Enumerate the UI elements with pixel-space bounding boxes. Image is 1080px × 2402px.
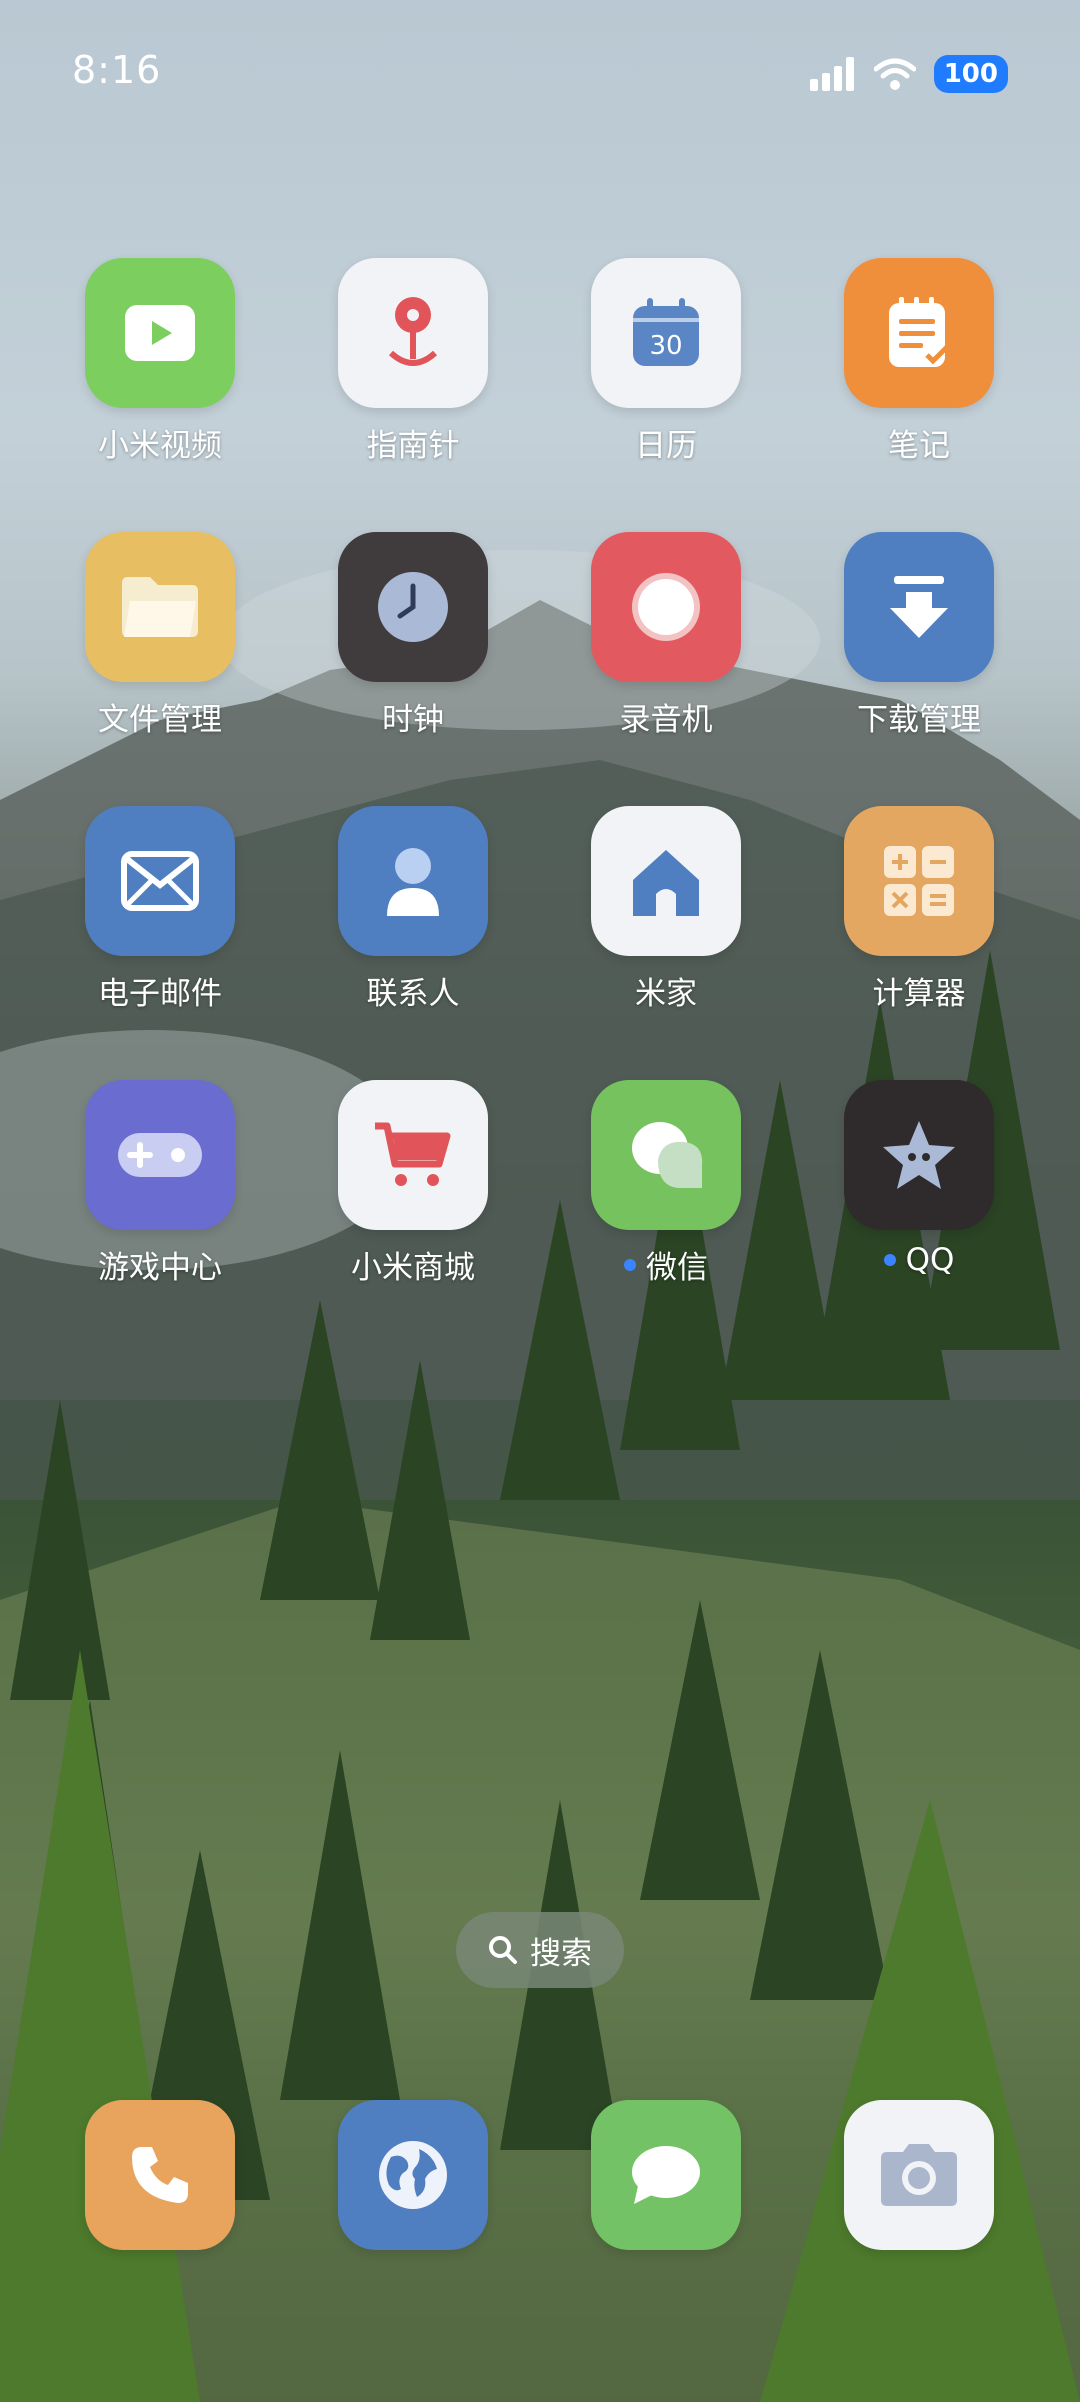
app-wechat[interactable]: 微信 [556,1080,776,1287]
calendar-day: 30 [649,331,682,361]
dock-phone[interactable] [50,2100,270,2250]
app-label: 时钟 [382,702,444,738]
mail-icon[interactable] [85,806,235,956]
camera-icon[interactable] [844,2100,994,2250]
app-label: 文件管理 [98,702,222,738]
app-label: 游戏中心 [98,1250,222,1286]
battery-level: 100 [943,59,998,89]
app-email[interactable]: 电子邮件 [50,806,270,1013]
app-mi-home[interactable]: 米家 [556,806,776,1013]
search-button[interactable]: 搜索 [456,1912,624,1988]
qq-star-icon[interactable] [844,1080,994,1230]
folder-icon[interactable] [85,532,235,682]
app-calendar[interactable]: 30 日历 [556,258,776,465]
app-label: 小米商城 [351,1250,475,1286]
app-notes[interactable]: 笔记 [809,258,1029,465]
app-label: 计算器 [872,976,966,1012]
app-game-center[interactable]: 游戏中心 [50,1080,270,1287]
app-label: 联系人 [366,976,460,1012]
app-recorder[interactable]: 录音机 [556,532,776,739]
phone-icon[interactable] [85,2100,235,2250]
status-time: 8:16 [72,48,162,92]
search-label: 搜索 [530,1935,592,1972]
download-icon[interactable] [844,532,994,682]
app-mi-store[interactable]: 小米商城 [303,1080,523,1287]
status-bar: 8:16 100 [0,0,1080,150]
app-label: 米家 [635,976,697,1012]
messages-icon[interactable] [591,2100,741,2250]
chat-bubbles-icon[interactable] [591,1080,741,1230]
app-clock[interactable]: 时钟 [303,532,523,739]
video-play-icon[interactable] [85,258,235,408]
app-label: 电子邮件 [98,976,222,1012]
notes-icon[interactable] [844,258,994,408]
app-label: QQ [809,1242,1029,1278]
home-icon[interactable] [591,806,741,956]
gamepad-icon[interactable] [85,1080,235,1230]
app-label: 下载管理 [857,702,981,738]
signal-icon [809,57,854,91]
dock-camera[interactable] [809,2100,1029,2250]
app-download-manager[interactable]: 下载管理 [809,532,1029,739]
new-badge-dot [624,1258,636,1271]
app-mi-video[interactable]: 小米视频 [50,258,270,465]
app-label: 日历 [635,428,697,464]
cart-icon[interactable] [338,1080,488,1230]
status-icons: 100 [809,54,1008,94]
clock-icon[interactable] [338,532,488,682]
recorder-icon[interactable] [591,532,741,682]
contacts-icon[interactable] [338,806,488,956]
app-label: 笔记 [888,428,950,464]
compass-pin-icon[interactable] [338,258,488,408]
battery-icon: 100 [933,55,1008,93]
browser-globe-icon[interactable] [338,2100,488,2250]
new-badge-dot [883,1254,896,1266]
search-icon [489,1936,517,1964]
app-label: 微信 [556,1242,776,1287]
app-file-manager[interactable]: 文件管理 [50,532,270,739]
app-label: 录音机 [619,702,713,738]
app-label: 指南针 [366,428,460,464]
wifi-icon [873,58,916,90]
dock-messages[interactable] [556,2100,776,2250]
app-compass[interactable]: 指南针 [303,258,523,465]
calculator-icon[interactable] [844,806,994,956]
app-qq[interactable]: QQ [809,1080,1029,1278]
app-label: 小米视频 [98,428,222,464]
calendar-icon[interactable]: 30 [591,258,741,408]
app-calculator[interactable]: 计算器 [809,806,1029,1013]
app-contacts[interactable]: 联系人 [303,806,523,1013]
dock-browser[interactable] [303,2100,523,2250]
